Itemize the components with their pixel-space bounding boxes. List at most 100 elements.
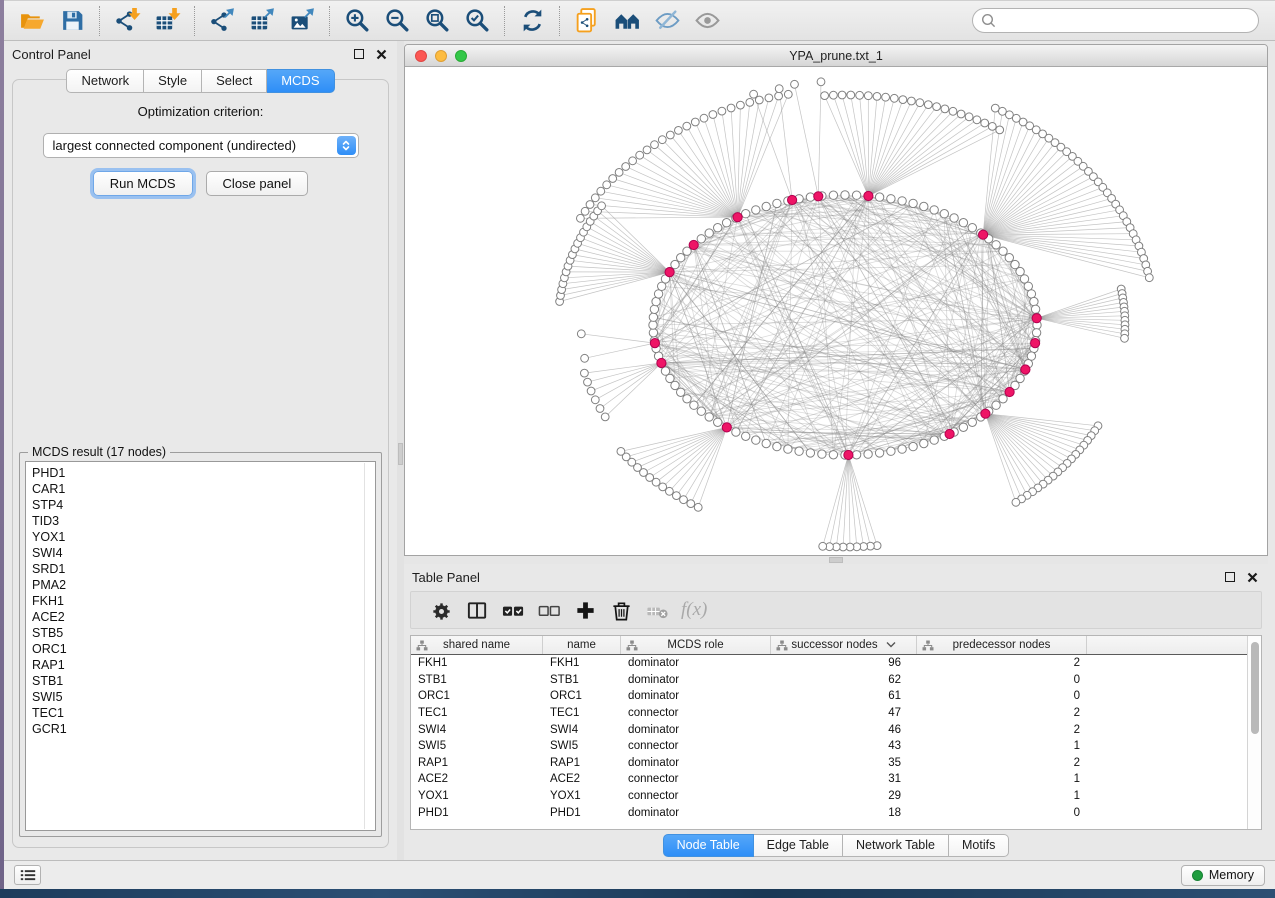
- zoom-selected-button[interactable]: [457, 4, 497, 38]
- table-row[interactable]: ACE2ACE2connector311: [411, 771, 1247, 788]
- scrollbar-thumb[interactable]: [1251, 642, 1259, 734]
- new-network-from-selection-button[interactable]: [567, 4, 607, 38]
- mcds-node-item[interactable]: STB5: [32, 625, 375, 641]
- mcds-result-list[interactable]: PHD1CAR1STP4TID3YOX1SWI4SRD1PMA2FKH1ACE2…: [25, 461, 376, 831]
- mcds-node-item[interactable]: SWI4: [32, 545, 375, 561]
- toolbar-separator: [194, 6, 195, 36]
- split-columns-button[interactable]: [459, 595, 495, 625]
- column-header-MCDS-role[interactable]: MCDS role: [621, 636, 771, 654]
- open-file-button[interactable]: [12, 4, 52, 38]
- mcds-node-item[interactable]: SRD1: [32, 561, 375, 577]
- float-table-panel-button[interactable]: [1222, 570, 1238, 584]
- memory-button[interactable]: Memory: [1181, 865, 1265, 886]
- network-canvas[interactable]: [405, 67, 1267, 555]
- delete-column-disabled-icon: [646, 599, 669, 622]
- tab-select[interactable]: Select: [202, 69, 267, 93]
- gear-button[interactable]: [423, 595, 459, 625]
- table-row[interactable]: YOX1YOX1connector291: [411, 788, 1247, 805]
- export-network-button[interactable]: [202, 4, 242, 38]
- column-header-shared-name[interactable]: shared name: [411, 636, 543, 654]
- table-tab-edge-table[interactable]: Edge Table: [754, 834, 843, 857]
- table-tab-motifs[interactable]: Motifs: [949, 834, 1009, 857]
- vertical-splitter[interactable]: [397, 41, 404, 860]
- tab-network[interactable]: Network: [66, 69, 144, 93]
- mcds-node-item[interactable]: TEC1: [32, 705, 375, 721]
- close-table-panel-button[interactable]: [1244, 570, 1260, 584]
- table-tab-node-table[interactable]: Node Table: [663, 834, 754, 857]
- cell-successor-nodes: 31: [771, 771, 917, 788]
- mcds-node-item[interactable]: TID3: [32, 513, 375, 529]
- cell-shared-name: ORC1: [411, 688, 543, 705]
- splitter-grip[interactable]: [398, 443, 403, 465]
- horizontal-splitter[interactable]: [404, 556, 1268, 564]
- first-neighbors-button[interactable]: [607, 4, 647, 38]
- table-row[interactable]: STB1STB1dominator620: [411, 672, 1247, 689]
- column-header-name[interactable]: name: [543, 636, 621, 654]
- import-table-button[interactable]: [147, 4, 187, 38]
- optimization-criterion-select[interactable]: largest connected component (undirected): [43, 133, 359, 158]
- panels-menu-button[interactable]: [14, 865, 41, 885]
- float-panel-button[interactable]: [351, 47, 367, 61]
- apply-layout-button[interactable]: [512, 4, 552, 38]
- table-row[interactable]: RAP1RAP1dominator352: [411, 755, 1247, 772]
- cell-shared-name: TEC1: [411, 705, 543, 722]
- table-row[interactable]: TEC1TEC1connector472: [411, 705, 1247, 722]
- mcds-node-item[interactable]: PHD1: [32, 465, 375, 481]
- toolbar-separator: [504, 6, 505, 36]
- zoom-fit-button[interactable]: [417, 4, 457, 38]
- checks-on-button[interactable]: [495, 595, 531, 625]
- table-row[interactable]: PHD1PHD1dominator180: [411, 804, 1247, 821]
- mcds-node-item[interactable]: FKH1: [32, 593, 375, 609]
- export-table-icon: [249, 7, 276, 34]
- mcds-node-item[interactable]: STB1: [32, 673, 375, 689]
- tab-mcds[interactable]: MCDS: [267, 69, 334, 93]
- search-input[interactable]: [1001, 14, 1250, 28]
- run-mcds-button[interactable]: Run MCDS: [93, 171, 193, 196]
- close-mcds-panel-button[interactable]: Close panel: [206, 171, 309, 196]
- table-tab-network-table[interactable]: Network Table: [843, 834, 949, 857]
- column-header-predecessor-nodes[interactable]: predecessor nodes: [917, 636, 1087, 654]
- checks-off-button[interactable]: [531, 595, 567, 625]
- list-scrollbar[interactable]: [364, 463, 365, 829]
- mcds-node-item[interactable]: YOX1: [32, 529, 375, 545]
- save-session-button[interactable]: [52, 4, 92, 38]
- cell-name: STB1: [543, 672, 621, 689]
- mcds-node-item[interactable]: ACE2: [32, 609, 375, 625]
- export-table-button[interactable]: [242, 4, 282, 38]
- cell-shared-name: SWI5: [411, 738, 543, 755]
- export-image-button[interactable]: [282, 4, 322, 38]
- mcds-node-item[interactable]: STP4: [32, 497, 375, 513]
- column-header-successor-nodes[interactable]: successor nodes: [771, 636, 917, 654]
- trash-button[interactable]: [603, 595, 639, 625]
- node-table-grid[interactable]: shared namename MCDS role successor nodesp…: [411, 636, 1247, 829]
- import-network-button[interactable]: [107, 4, 147, 38]
- table-row[interactable]: FKH1FKH1dominator962: [411, 655, 1247, 672]
- close-panel-button[interactable]: [373, 47, 389, 61]
- mcds-node-item[interactable]: ORC1: [32, 641, 375, 657]
- splitter-grip[interactable]: [829, 557, 843, 563]
- mcds-node-item[interactable]: RAP1: [32, 657, 375, 673]
- column-label: MCDS role: [667, 639, 723, 651]
- cell-shared-name: SWI4: [411, 721, 543, 738]
- table-row[interactable]: SWI5SWI5connector431: [411, 738, 1247, 755]
- table-row[interactable]: SWI4SWI4dominator462: [411, 721, 1247, 738]
- cell-successor-nodes: 47: [771, 705, 917, 722]
- mcds-node-item[interactable]: CAR1: [32, 481, 375, 497]
- cell-shared-name: RAP1: [411, 755, 543, 772]
- zoom-in-button[interactable]: [337, 4, 377, 38]
- add-row-button[interactable]: [567, 595, 603, 625]
- zoom-in-icon: [344, 7, 371, 34]
- tab-style[interactable]: Style: [144, 69, 202, 93]
- table-row[interactable]: ORC1ORC1dominator610: [411, 688, 1247, 705]
- network-window-titlebar[interactable]: YPA_prune.txt_1: [405, 45, 1267, 67]
- zoom-out-button[interactable]: [377, 4, 417, 38]
- mcds-node-item[interactable]: GCR1: [32, 721, 375, 737]
- mcds-node-item[interactable]: PMA2: [32, 577, 375, 593]
- zoom-selected-icon: [464, 7, 491, 34]
- hide-selected-button[interactable]: [647, 4, 687, 38]
- show-all-button[interactable]: [687, 4, 727, 38]
- search-box[interactable]: [972, 8, 1259, 33]
- table-scrollbar[interactable]: [1247, 636, 1261, 829]
- cell-name: ACE2: [543, 771, 621, 788]
- mcds-node-item[interactable]: SWI5: [32, 689, 375, 705]
